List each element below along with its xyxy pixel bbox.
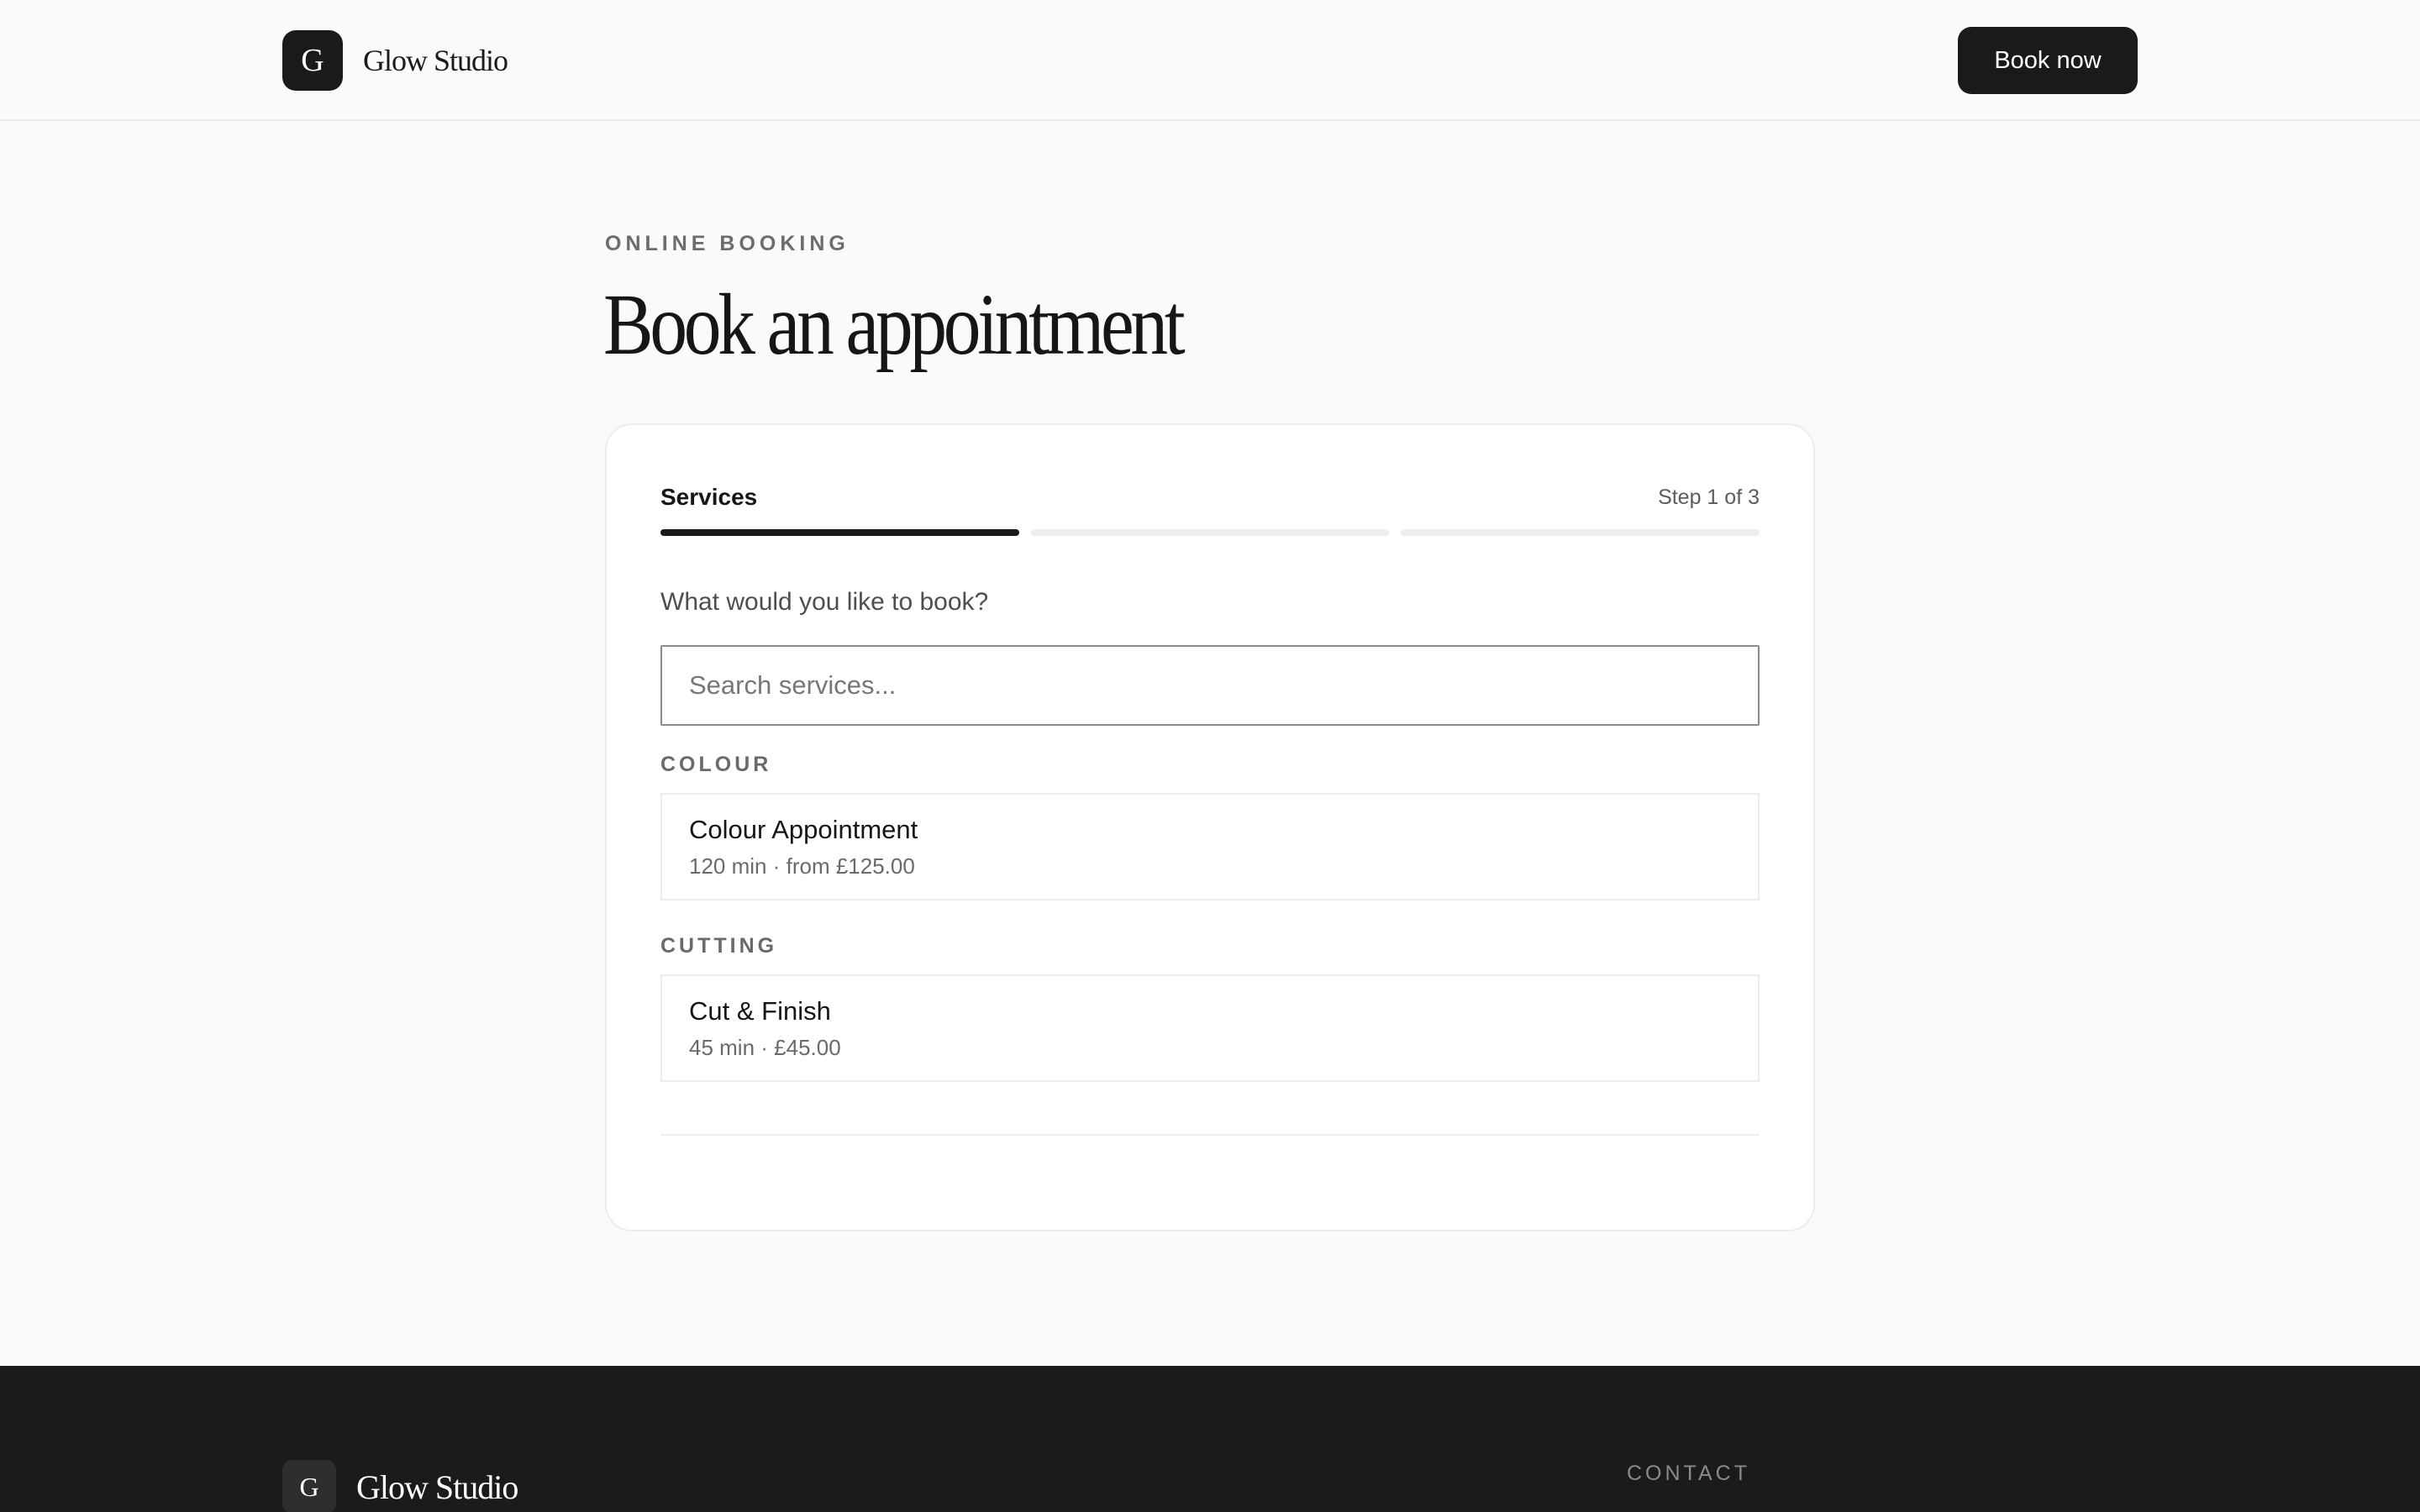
category-label-colour: COLOUR xyxy=(660,753,772,776)
step-title: Services xyxy=(660,484,758,510)
footer-logo-mark: G xyxy=(282,1460,336,1512)
search-services-input[interactable] xyxy=(660,645,1760,726)
booking-card: Services Step 1 of 3 What would you like… xyxy=(605,423,1815,1231)
section-eyebrow: ONLINE BOOKING xyxy=(605,232,850,255)
service-duration-price: 120 min · from £125.00 xyxy=(689,853,915,879)
footer-brand-name: Glow Studio xyxy=(356,1467,518,1506)
step-progress-bar xyxy=(660,529,1760,536)
page-title: Book an appointment xyxy=(603,276,1186,373)
footer-brand[interactable]: G Glow Studio xyxy=(282,1460,518,1512)
step-counter: Step 1 of 3 xyxy=(1658,486,1760,509)
service-name: Colour Appointment xyxy=(689,815,918,844)
service-duration-price: 45 min · £45.00 xyxy=(689,1035,841,1060)
progress-segment-3 xyxy=(1401,529,1760,536)
category-label-cutting: CUTTING xyxy=(660,934,778,958)
site-footer: G Glow Studio CONTACT xyxy=(0,1366,2420,1512)
site-header: G Glow Studio Book now xyxy=(0,0,2420,121)
service-name: Cut & Finish xyxy=(689,996,831,1026)
logo-mark: G xyxy=(282,30,343,91)
brand-logo-link[interactable]: G Glow Studio xyxy=(282,30,508,91)
footer-contact-heading: CONTACT xyxy=(1627,1462,1750,1485)
card-divider xyxy=(660,1134,1760,1136)
booking-question: What would you like to book? xyxy=(660,588,989,616)
progress-segment-2 xyxy=(1030,529,1390,536)
service-item-colour-appointment[interactable]: Colour Appointment 120 min · from £125.0… xyxy=(660,793,1760,900)
brand-name: Glow Studio xyxy=(363,44,508,77)
book-now-button[interactable]: Book now xyxy=(1958,27,2138,94)
service-item-cut-finish[interactable]: Cut & Finish 45 min · £45.00 xyxy=(660,974,1760,1082)
progress-segment-1 xyxy=(660,529,1019,536)
